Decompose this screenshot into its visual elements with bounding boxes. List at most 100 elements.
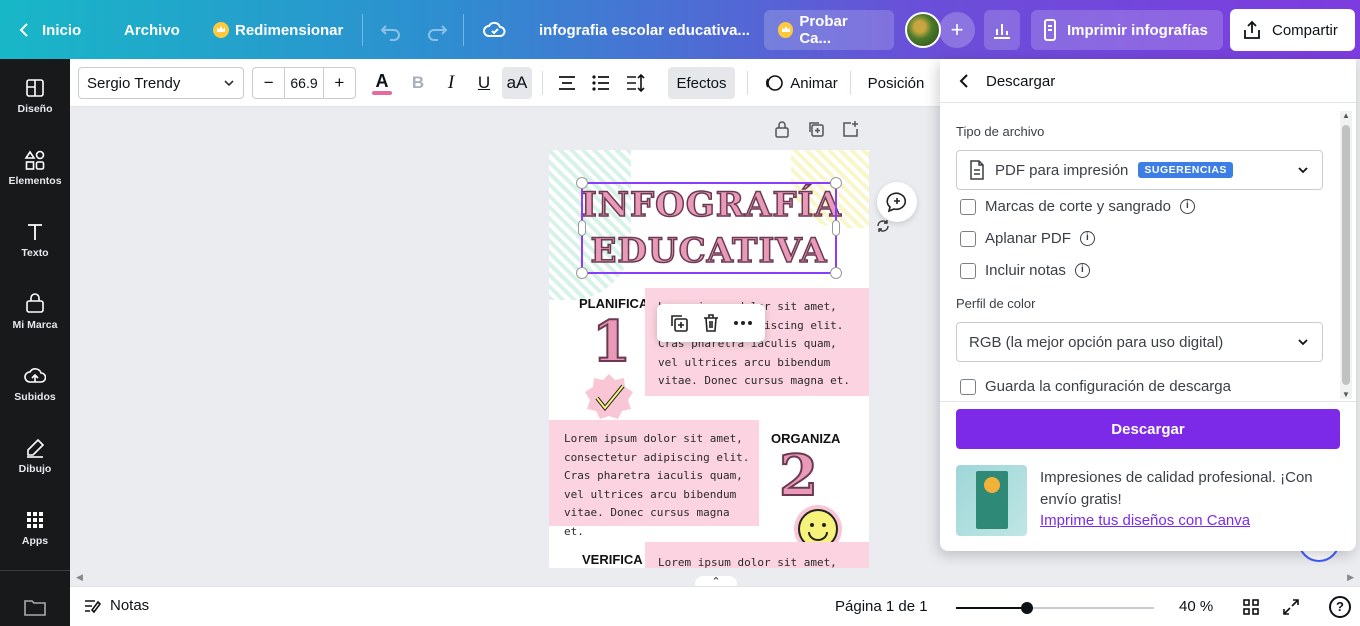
color-profile-value: RGB (la mejor opción para uso digital) bbox=[969, 333, 1224, 351]
scroll-left-arrow-icon[interactable]: ◀ bbox=[76, 572, 83, 583]
step-text[interactable]: Lorem ipsum dolor sit amet, bbox=[658, 554, 858, 568]
bold-button[interactable]: B bbox=[404, 67, 432, 99]
checkbox[interactable] bbox=[960, 230, 976, 247]
step-number[interactable]: 2 bbox=[778, 447, 819, 505]
sidebar-item-brand[interactable]: Mi Marca bbox=[0, 293, 70, 353]
option-flatten-pdf[interactable]: Aplanar PDF i bbox=[960, 230, 1095, 247]
text-color-button[interactable]: A bbox=[368, 67, 396, 99]
chevron-left-icon bbox=[19, 23, 28, 37]
effects-button[interactable]: Efectos bbox=[668, 67, 735, 99]
notes-button[interactable]: Notas bbox=[84, 597, 149, 614]
divider bbox=[542, 71, 543, 95]
letter-case-button[interactable]: aA bbox=[502, 67, 532, 99]
document-title[interactable]: infografia escolar educativa... bbox=[539, 10, 750, 50]
scrollbar-thumb[interactable] bbox=[1342, 125, 1350, 385]
sidebar-item-elements[interactable]: Elementos bbox=[0, 149, 70, 209]
animate-button[interactable]: Animar bbox=[756, 67, 846, 99]
divider bbox=[463, 14, 464, 46]
increase-font-size-button[interactable]: + bbox=[324, 68, 355, 98]
resize-handle[interactable] bbox=[576, 177, 588, 189]
checkbox[interactable] bbox=[960, 198, 976, 215]
color-profile-label: Perfil de color bbox=[956, 296, 1036, 311]
avatar[interactable] bbox=[905, 12, 941, 48]
lock-icon[interactable] bbox=[773, 120, 791, 138]
option-crop-marks[interactable]: Marcas de corte y sangrado i bbox=[960, 198, 1195, 215]
resize-handle[interactable] bbox=[578, 220, 586, 236]
sidebar-item-apps[interactable]: Apps bbox=[0, 509, 70, 569]
duplicate-page-icon[interactable] bbox=[807, 120, 825, 138]
info-icon[interactable]: i bbox=[1079, 231, 1095, 246]
file-type-select[interactable]: PDF para impresión SUGERENCIAS bbox=[956, 150, 1323, 190]
resize-handle[interactable] bbox=[832, 220, 840, 236]
help-button[interactable]: ? bbox=[1329, 596, 1351, 618]
fullscreen-icon[interactable] bbox=[1282, 598, 1300, 616]
resize-handle[interactable] bbox=[576, 267, 588, 279]
more-icon[interactable] bbox=[733, 313, 753, 333]
sidebar-item-design[interactable]: Diseño bbox=[0, 77, 70, 137]
grid-view-icon[interactable] bbox=[1242, 598, 1260, 616]
bullet-list-icon bbox=[592, 75, 609, 91]
zoom-slider[interactable] bbox=[956, 602, 1154, 614]
underline-button[interactable]: U bbox=[470, 67, 498, 99]
position-button[interactable]: Posición bbox=[864, 67, 928, 99]
download-button[interactable]: Descargar bbox=[956, 409, 1340, 449]
back-arrow-icon[interactable] bbox=[956, 73, 972, 89]
print-button[interactable]: Imprimir infografías bbox=[1031, 10, 1223, 50]
scroll-down-arrow-icon[interactable]: ▼ bbox=[1342, 390, 1350, 399]
resize-handle[interactable] bbox=[830, 267, 842, 279]
file-menu-button[interactable]: Archivo bbox=[124, 10, 180, 50]
zoom-slider-handle[interactable] bbox=[1021, 602, 1033, 614]
promo-text: Impresiones de calidad profesional. ¡Con… bbox=[1040, 469, 1313, 508]
trash-icon[interactable] bbox=[701, 313, 721, 333]
resize-handle[interactable] bbox=[830, 177, 842, 189]
scroll-up-arrow-icon[interactable]: ▲ bbox=[1342, 111, 1350, 120]
page-indicator[interactable]: Página 1 de 1 bbox=[835, 598, 928, 615]
sidebar-item-uploads[interactable]: Subidos bbox=[0, 365, 70, 425]
home-button[interactable]: Inicio bbox=[18, 10, 81, 50]
add-comment-button[interactable] bbox=[877, 182, 917, 222]
option-save-config[interactable]: Guarda la configuración de descarga bbox=[960, 378, 1231, 395]
color-profile-select[interactable]: RGB (la mejor opción para uso digital) bbox=[956, 322, 1323, 362]
notes-icon bbox=[85, 599, 102, 613]
step-text[interactable]: Lorem ipsum dolor sit amet, consectetur … bbox=[564, 430, 754, 541]
duplicate-icon[interactable] bbox=[669, 313, 689, 333]
scroll-right-arrow-icon[interactable]: ▶ bbox=[1347, 572, 1354, 583]
print-designs-link[interactable]: Imprime tus diseños con Canva bbox=[1040, 512, 1250, 529]
cloud-saved-icon[interactable] bbox=[482, 17, 508, 43]
rotate-icon[interactable] bbox=[875, 218, 891, 234]
zoom-value[interactable]: 40 % bbox=[1179, 598, 1213, 615]
checkbox[interactable] bbox=[960, 262, 976, 279]
add-collaborator-button[interactable]: + bbox=[939, 12, 975, 48]
sidebar-item-text[interactable]: Texto bbox=[0, 221, 70, 281]
align-center-button[interactable] bbox=[554, 67, 580, 99]
folder-icon[interactable] bbox=[23, 597, 47, 617]
undo-icon[interactable] bbox=[378, 17, 404, 43]
font-size-input[interactable]: 66.9 bbox=[284, 68, 324, 98]
step-label[interactable]: VERIFICA bbox=[582, 552, 643, 567]
italic-button[interactable]: I bbox=[437, 67, 465, 99]
option-label: Marcas de corte y sangrado bbox=[985, 198, 1171, 215]
insights-button[interactable] bbox=[984, 10, 1020, 50]
add-page-icon[interactable] bbox=[841, 120, 859, 138]
draw-icon bbox=[27, 438, 45, 458]
sidebar-label: Mi Marca bbox=[12, 319, 58, 331]
try-pro-button[interactable]: Probar Ca... bbox=[764, 10, 894, 50]
brand-icon bbox=[26, 293, 44, 313]
redo-icon[interactable] bbox=[424, 17, 450, 43]
resize-button[interactable]: Redimensionar bbox=[213, 10, 343, 50]
step-number[interactable]: 1 bbox=[591, 313, 632, 371]
share-button[interactable]: Compartir bbox=[1230, 9, 1355, 51]
option-include-notes[interactable]: Incluir notas i bbox=[960, 262, 1090, 279]
decrease-font-size-button[interactable]: − bbox=[253, 68, 284, 98]
spacing-button[interactable] bbox=[622, 67, 648, 99]
checkbox[interactable] bbox=[960, 378, 976, 395]
info-icon[interactable]: i bbox=[1074, 263, 1090, 278]
list-button[interactable] bbox=[588, 67, 614, 99]
divider bbox=[747, 71, 748, 95]
sidebar-label: Elementos bbox=[8, 175, 62, 187]
sidebar-item-draw[interactable]: Dibujo bbox=[0, 437, 70, 497]
font-family-select[interactable]: Sergio Trendy bbox=[78, 67, 244, 99]
panel-scrollbar[interactable]: ▲ ▼ bbox=[1340, 111, 1352, 399]
info-icon[interactable]: i bbox=[1179, 199, 1195, 214]
design-page[interactable]: INFOGRAFÍA EDUCATIVA PLANIFICA 1 Lorem i… bbox=[549, 150, 869, 568]
